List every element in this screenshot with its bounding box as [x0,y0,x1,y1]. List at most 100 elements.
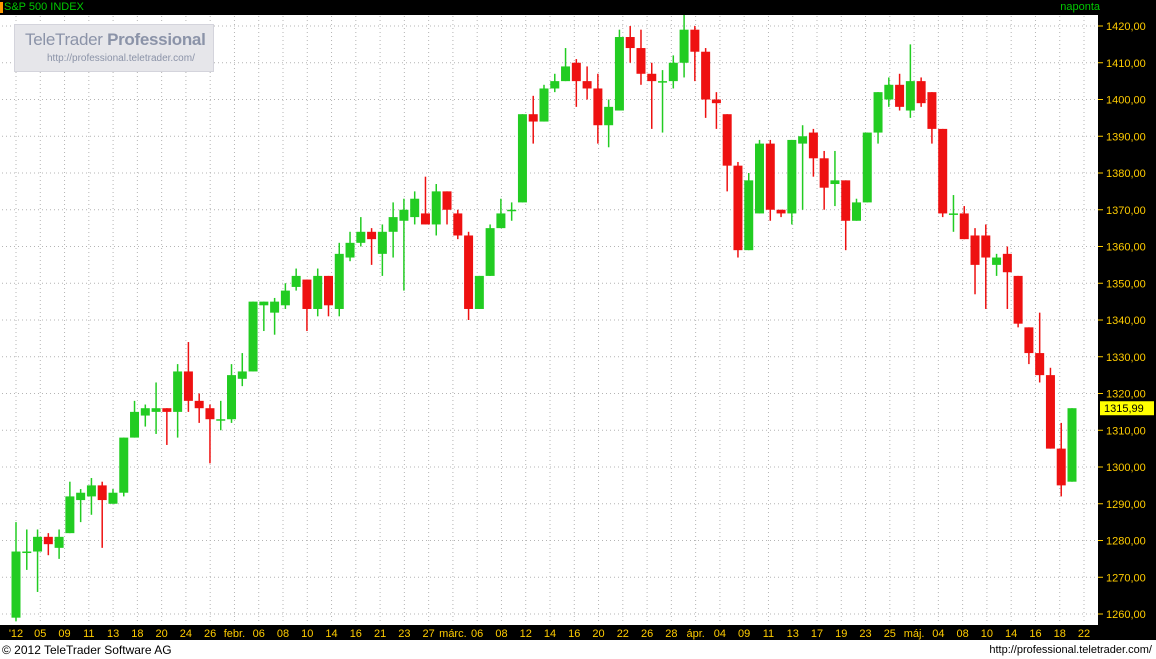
x-tick-label: 22 [1078,628,1090,640]
y-tick-label: 1260,00 [1106,609,1146,621]
x-tick-label: febr. [224,628,245,640]
x-tick-label: 12 [520,628,532,640]
x-tick-label: 06 [471,628,483,640]
candle-body [593,88,603,126]
candle-body [744,180,754,251]
candle-body [291,275,301,287]
candle-body [162,408,172,412]
x-tick-label: 08 [495,628,507,640]
candle-body [636,48,646,74]
x-tick-label: 14 [325,628,337,640]
candle-body [453,213,463,236]
candle-body [205,408,215,420]
copyright-text: © 2012 TeleTrader Software AG [2,643,172,657]
last-price-label: 1315,99 [1104,403,1144,415]
candle-body [302,279,312,309]
candle-body [981,235,991,258]
x-tick-label: '12 [9,628,23,640]
x-tick-label: 08 [277,628,289,640]
candle-body [819,158,829,188]
y-tick-label: 1330,00 [1106,352,1146,364]
candle-body [690,29,700,52]
candle-body [399,209,409,221]
candle-body [798,136,808,144]
x-tick-label: 27 [423,628,435,640]
candle-body [323,275,333,306]
y-tick-label: 1380,00 [1106,168,1146,180]
watermark-url: http://professional.teletrader.com/ [47,53,195,64]
x-tick-label: 04 [932,628,944,640]
x-tick-label: 16 [350,628,362,640]
y-tick-label: 1300,00 [1106,462,1146,474]
candle-body [614,37,624,111]
x-tick-label: máj. [904,628,925,640]
candle-body [884,84,894,100]
candle-body [905,81,915,111]
candle-body [227,375,237,420]
candle-body [248,301,258,372]
x-tick-label: 25 [884,628,896,640]
candle-body [119,437,129,493]
candle-body [862,132,872,203]
y-tick-label: 1280,00 [1106,536,1146,548]
candle-body [388,217,398,232]
x-tick-label: 11 [83,628,94,640]
x-tick-label: 04 [714,628,726,640]
candle-body [927,92,937,129]
candle-body [647,73,657,82]
x-tick-label: 13 [787,628,799,640]
candle-body [787,139,797,214]
candle-body [496,213,506,229]
candle-body [550,81,560,89]
candle-body [938,128,948,214]
candle-body [959,213,969,240]
candle-body [1056,448,1066,486]
x-tick-label: 10 [981,628,993,640]
y-tick-label: 1400,00 [1106,95,1146,107]
candle-body [851,202,861,221]
candle-body [237,371,247,379]
candle-body [776,209,786,214]
x-tick-label: 21 [374,628,386,640]
candles [11,14,1077,622]
x-tick-label: 23 [859,628,871,640]
candle-body [367,231,377,240]
candle-body [345,242,355,258]
y-tick-label: 1410,00 [1106,58,1146,70]
candle-body [733,165,743,251]
candle-body [86,485,96,497]
footer-url-link[interactable]: http://professional.teletrader.com/ [989,644,1152,656]
x-tick-label: 18 [1054,628,1066,640]
candle-body [507,209,517,212]
y-tick-label: 1370,00 [1106,205,1146,217]
x-tick-label: 09 [58,628,70,640]
x-tick-label: 08 [957,628,969,640]
candle-body [485,228,495,276]
candle-body [151,408,161,412]
candle-body [1067,408,1077,482]
candle-body [65,496,75,534]
candle-body [948,213,958,215]
candle-body [808,132,818,159]
x-tick-label: 24 [180,628,192,640]
candle-body [668,62,678,82]
candle-body [571,62,581,82]
candle-body [183,371,193,401]
x-tick-label: 05 [34,628,46,640]
candle-body [528,114,538,122]
x-tick-label: 13 [107,628,119,640]
candle-body [474,275,484,309]
candle-body [334,253,344,309]
candle-body [830,180,840,185]
candle-body [76,492,86,501]
y-tick-label: 1390,00 [1106,131,1146,143]
candle-body [755,143,765,214]
candle-body [625,37,635,49]
candle-body [216,419,226,421]
candle-body [1002,253,1012,273]
candlestick-chart[interactable]: 1260,00 1270,00 1280,00 1290,00 1300,00 1310,… [0,0,1156,659]
candle-body [970,235,980,265]
last-price-marker: 1315,99 [1100,401,1154,416]
candle-body [1035,353,1045,376]
x-tick-label: 20 [156,628,168,640]
